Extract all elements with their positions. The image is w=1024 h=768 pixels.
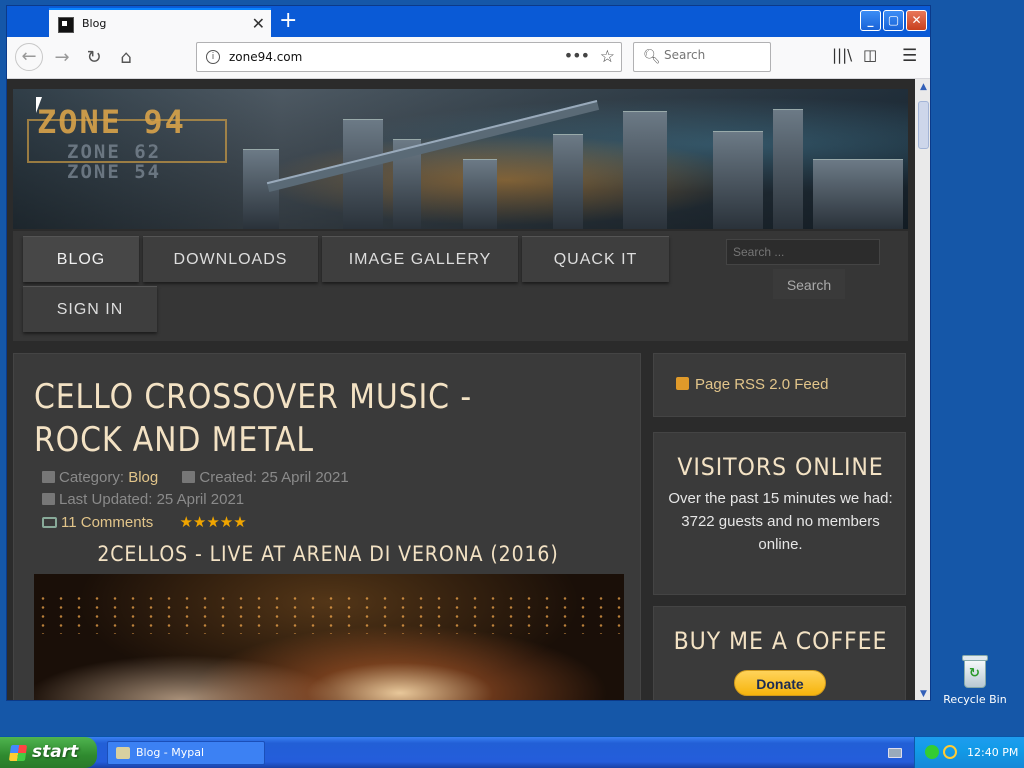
article-comments-row: 11 Comments ★★★★★ (42, 513, 247, 531)
start-button[interactable]: start (0, 737, 97, 768)
rss-link[interactable]: Page RSS 2.0 Feed (676, 376, 828, 393)
menu-item-sign-in[interactable]: SIGN IN (23, 286, 157, 332)
scroll-down-icon[interactable]: ▼ (915, 686, 930, 700)
bookmark-star-icon[interactable]: ☆ (600, 47, 615, 67)
mouse-cursor-icon (35, 96, 48, 114)
recycle-bin-label: Recycle Bin (943, 693, 1007, 706)
category-link[interactable]: Blog (128, 469, 158, 486)
coffee-title: BUY ME A COFFEE (673, 627, 888, 655)
rss-icon (676, 377, 689, 390)
clock: 12:40 PM (967, 746, 1019, 759)
browser-app-icon (116, 747, 130, 759)
new-tab-icon[interactable]: + (279, 8, 297, 33)
site-info-icon[interactable]: i (206, 50, 220, 64)
browser-search-input[interactable] (664, 48, 764, 62)
vertical-scrollbar[interactable]: ▲ ▼ (915, 79, 930, 700)
recycle-bin-icon: ↻ (960, 655, 990, 689)
taskbar: start Blog - Mypal 12:40 PM (0, 737, 1024, 768)
tab-title: Blog (82, 17, 107, 30)
calendar-icon (182, 471, 196, 483)
category-label: Category: (59, 469, 125, 486)
taskbar-item-label: Blog - Mypal (136, 746, 205, 759)
tab-strip: Blog ✕ + _ ▢ ✕ (7, 6, 930, 38)
page-viewport: ZONE 94 ZONE 62 ZONE 54 BLOG DOWNLOADS I… (7, 79, 915, 700)
menu-item-image-gallery[interactable]: IMAGE GALLERY (322, 236, 518, 282)
folder-icon (42, 471, 55, 483)
sidebar-toggle-icon[interactable]: ◫ (863, 46, 877, 64)
maximize-button[interactable]: ▢ (883, 10, 904, 31)
browser-window: Blog ✕ + _ ▢ ✕ ← → ↻ ⌂ i zone94.com ••• … (6, 5, 931, 701)
site-search-input[interactable] (726, 239, 880, 265)
forward-icon[interactable]: → (49, 45, 75, 71)
tab-close-icon[interactable]: ✕ (252, 14, 265, 33)
tab-blog[interactable]: Blog ✕ (49, 8, 271, 38)
start-label: start (32, 742, 79, 762)
updated-date: Last Updated: 25 April 2021 (59, 491, 245, 508)
site-menu: BLOG DOWNLOADS IMAGE GALLERY QUACK IT SI… (13, 231, 908, 341)
article-updated-row: Last Updated: 25 April 2021 (42, 491, 244, 508)
page-actions-icon[interactable]: ••• (564, 46, 590, 65)
search-icon: 🔍︎ (643, 49, 661, 65)
back-icon[interactable]: ← (15, 43, 43, 71)
logo-subtitle-1: ZONE 62 (67, 141, 162, 163)
network-icon[interactable] (925, 745, 939, 759)
calendar-icon (42, 493, 55, 505)
menu-item-downloads[interactable]: DOWNLOADS (143, 236, 318, 282)
comment-icon (42, 517, 57, 528)
visitors-text: Over the past 15 minutes we had: 3722 gu… (668, 490, 893, 553)
scroll-up-icon[interactable]: ▲ (915, 79, 930, 95)
coffee-module: BUY ME A COFFEE Donate (653, 606, 906, 700)
rating-stars[interactable]: ★★★★★ (179, 514, 246, 531)
site-logo[interactable]: ZONE 94 (37, 103, 186, 141)
video-title: 2CELLOS - LIVE AT ARENA DI VERONA (2016) (97, 542, 559, 566)
rss-module: Page RSS 2.0 Feed (653, 353, 906, 417)
home-icon[interactable]: ⌂ (113, 45, 139, 71)
keyboard-icon[interactable] (888, 748, 902, 758)
site-search-button[interactable]: Search (773, 269, 845, 299)
recycle-bin[interactable]: ↻ Recycle Bin (940, 655, 1010, 706)
reload-icon[interactable]: ↻ (81, 45, 107, 71)
article-title[interactable]: CELLO CROSSOVER MUSIC - ROCK AND METAL (34, 376, 553, 462)
scroll-thumb[interactable] (918, 101, 929, 149)
article: CELLO CROSSOVER MUSIC - ROCK AND METAL C… (13, 353, 641, 700)
comments-link[interactable]: 11 Comments (61, 514, 153, 531)
site-banner: ZONE 94 ZONE 62 ZONE 54 (13, 89, 908, 229)
visitors-module: VISITORS ONLINE Over the past 15 minutes… (653, 432, 906, 595)
system-tray: 12:40 PM (914, 737, 1024, 768)
windows-flag-icon (8, 745, 28, 761)
menu-item-quack-it[interactable]: QUACK IT (522, 236, 669, 282)
navigation-toolbar: ← → ↻ ⌂ i zone94.com ••• ☆ 🔍︎ |||\ ◫ ☰ (7, 37, 930, 79)
video-player[interactable] (34, 574, 624, 700)
article-category-row: Category: Blog Created: 25 April 2021 (42, 469, 349, 486)
visitors-title: VISITORS ONLINE (677, 453, 884, 481)
rss-label[interactable]: Page RSS 2.0 Feed (695, 376, 828, 393)
logo-subtitle-2: ZONE 54 (67, 161, 162, 183)
site-favicon-icon (58, 17, 74, 33)
menu-item-blog[interactable]: BLOG (23, 236, 139, 282)
created-date: Created: 25 April 2021 (199, 469, 349, 486)
search-tray-icon[interactable] (943, 745, 957, 759)
address-bar[interactable]: i zone94.com ••• ☆ (196, 42, 622, 72)
browser-search-box[interactable]: 🔍︎ (633, 42, 771, 72)
taskbar-item-browser[interactable]: Blog - Mypal (107, 741, 265, 765)
address-url[interactable]: zone94.com (229, 50, 302, 64)
library-icon[interactable]: |||\ (832, 46, 852, 64)
close-window-button[interactable]: ✕ (906, 10, 927, 31)
hamburger-menu-icon[interactable]: ☰ (902, 46, 917, 66)
minimize-button[interactable]: _ (860, 10, 881, 31)
donate-button[interactable]: Donate (734, 670, 826, 696)
